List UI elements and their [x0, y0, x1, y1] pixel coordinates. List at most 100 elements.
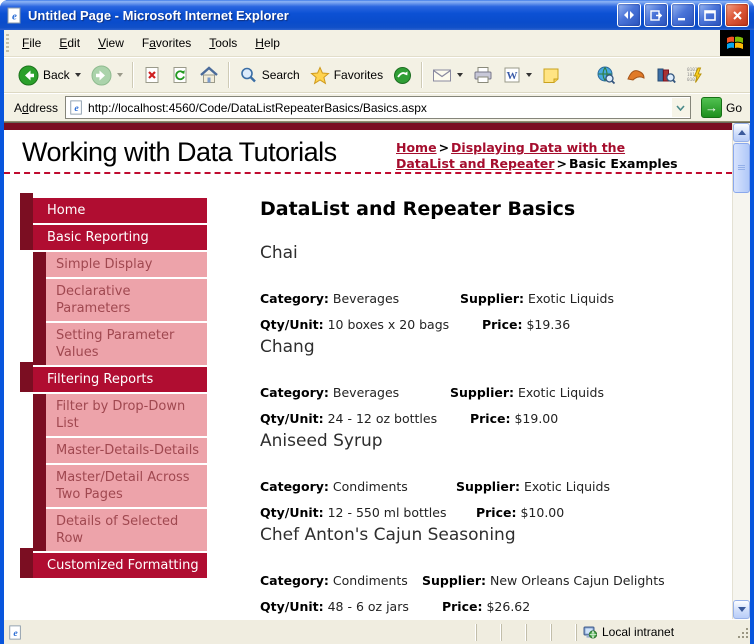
- scrollbar-thumb[interactable]: [733, 143, 750, 193]
- go-button[interactable]: → Go: [697, 95, 746, 120]
- sidebar-item-filter-by-dropdown[interactable]: Filter by Drop-Down List: [46, 394, 207, 436]
- menu-tools[interactable]: Tools: [200, 30, 246, 56]
- product-detail-line: Qty/Unit: 48 - 6 oz jars Price: $26.62: [260, 594, 724, 619]
- scroll-up-button[interactable]: [733, 123, 750, 142]
- edit-with-word-button[interactable]: W: [498, 64, 537, 86]
- messenger-button[interactable]: 0101 1010 0101: [681, 64, 709, 86]
- sidebar-item-home[interactable]: Home: [20, 193, 207, 223]
- supplier-label: Supplier:: [459, 291, 524, 306]
- back-button[interactable]: Back: [13, 63, 86, 88]
- toolbar-separator: [421, 62, 424, 88]
- category-value: Condiments: [332, 573, 408, 588]
- price-label: Price:: [469, 411, 511, 426]
- menu-help[interactable]: Help: [246, 30, 289, 56]
- sidebar-item-master-details-details[interactable]: Master-Details-Details: [46, 438, 207, 463]
- qty-label: Qty/Unit:: [260, 599, 324, 614]
- back-icon: [18, 65, 39, 85]
- title-bar: e Untitled Page - Microsoft Internet Exp…: [0, 0, 754, 30]
- home-icon: [199, 66, 218, 83]
- search-companion-button[interactable]: [621, 65, 651, 85]
- category-label: Category:: [260, 573, 329, 588]
- popout-window-button[interactable]: [644, 3, 668, 27]
- close-button[interactable]: [725, 3, 749, 27]
- breadcrumb-link-home[interactable]: Home: [396, 140, 437, 155]
- media-icon: [394, 66, 412, 84]
- menu-file[interactable]: File: [13, 30, 50, 56]
- sidebar-item-declarative-parameters[interactable]: Declarative Parameters: [46, 279, 207, 321]
- scrollbar-track[interactable]: [733, 194, 750, 600]
- qty-label: Qty/Unit:: [260, 317, 324, 332]
- address-dropdown-button[interactable]: [671, 98, 690, 117]
- discuss-button[interactable]: [537, 65, 565, 86]
- sidebar-item-simple-display[interactable]: Simple Display: [46, 252, 207, 277]
- favorites-star-icon: [309, 65, 330, 84]
- price-value: $26.62: [486, 599, 531, 614]
- product-name: Chai: [260, 243, 298, 263]
- qty-value: 48 - 6 oz jars: [327, 599, 409, 614]
- security-zone-panel: Local intranet: [576, 623, 733, 641]
- maximize-button[interactable]: [698, 3, 722, 27]
- maximize-icon: [704, 9, 716, 21]
- status-panel: [526, 623, 551, 641]
- media-button[interactable]: [388, 64, 417, 87]
- ie-page-icon: e: [7, 7, 21, 23]
- library-research-button[interactable]: [651, 64, 681, 86]
- status-panel: [476, 623, 501, 641]
- sidebar-item-basic-reporting[interactable]: Basic Reporting: [20, 220, 207, 250]
- qty-value: 24 - 12 oz bottles: [327, 411, 438, 426]
- forward-button[interactable]: [86, 63, 128, 88]
- resize-grip[interactable]: [735, 625, 750, 640]
- site-title: Working with Data Tutorials: [22, 137, 337, 167]
- home-button[interactable]: [194, 64, 224, 86]
- refresh-icon: [173, 67, 187, 83]
- forward-caret-icon: [116, 73, 123, 77]
- product-name: Chef Anton's Cajun Seasoning: [260, 525, 516, 545]
- favorites-button[interactable]: Favorites: [305, 64, 388, 87]
- favorites-label: Favorites: [333, 68, 384, 82]
- page-title: DataList and Repeater Basics: [260, 198, 576, 220]
- product-name: Aniseed Syrup: [260, 431, 383, 451]
- binary-bolt-icon: 010110100101: [687, 67, 702, 83]
- address-label: Address: [14, 100, 59, 115]
- pan-window-button[interactable]: [617, 3, 641, 27]
- sidebar-item-master-detail-across[interactable]: Master/Detail Across Two Pages: [46, 465, 207, 507]
- svg-text:e: e: [13, 628, 18, 639]
- address-url: http://localhost:4560/Code/DataListRepea…: [88, 100, 427, 115]
- sidebar-item-setting-parameter-values[interactable]: Setting Parameter Values: [46, 323, 207, 365]
- print-button[interactable]: [468, 64, 498, 86]
- toolbar-separator: [227, 62, 230, 88]
- product-item: Chai Category: Beverages Supplier: Exoti…: [260, 244, 724, 338]
- thumb-grip-icon: [738, 165, 745, 171]
- sidebar-subgroup-basic-reporting: Simple Display Declarative Parameters Se…: [33, 252, 207, 365]
- menubar-grip[interactable]: [6, 34, 9, 52]
- qty-value: 12 - 550 ml bottles: [327, 505, 447, 520]
- sidebar-item-customized-formatting[interactable]: Customized Formatting: [20, 548, 207, 578]
- minimize-button[interactable]: [671, 3, 695, 27]
- menu-view[interactable]: View: [89, 30, 133, 56]
- supplier-value: New Orleans Cajun Delights: [489, 573, 665, 588]
- go-label: Go: [725, 100, 742, 115]
- address-input[interactable]: e http://localhost:4560/Code/DataListRep…: [65, 96, 691, 119]
- mail-button[interactable]: [427, 65, 468, 85]
- menu-favorites[interactable]: Favorites: [133, 30, 200, 56]
- mail-icon: [433, 69, 452, 82]
- sidebar-item-filtering-reports[interactable]: Filtering Reports: [20, 362, 207, 392]
- discuss-note-icon: [543, 68, 559, 83]
- search-button[interactable]: Search: [234, 64, 305, 87]
- refresh-button[interactable]: [166, 64, 194, 86]
- books-search-icon: [657, 68, 676, 84]
- windows-logo-throbber: [720, 30, 750, 56]
- product-detail-line: Category: Condiments Supplier: New Orlea…: [260, 568, 724, 594]
- word-icon: W: [504, 67, 520, 83]
- globe-search-icon: [597, 66, 616, 85]
- status-panel: [551, 623, 576, 641]
- status-page-icon: e: [9, 624, 21, 640]
- close-icon: [732, 10, 742, 20]
- research-globe-button[interactable]: [591, 63, 621, 87]
- product-item: Chef Anton's Cajun Seasoning Category: C…: [260, 526, 724, 619]
- scroll-down-button[interactable]: [733, 600, 750, 619]
- supplier-label: Supplier:: [421, 573, 486, 588]
- menu-edit[interactable]: Edit: [50, 30, 89, 56]
- stop-button[interactable]: [138, 64, 166, 86]
- sidebar-item-details-of-selected-row[interactable]: Details of Selected Row: [46, 509, 207, 551]
